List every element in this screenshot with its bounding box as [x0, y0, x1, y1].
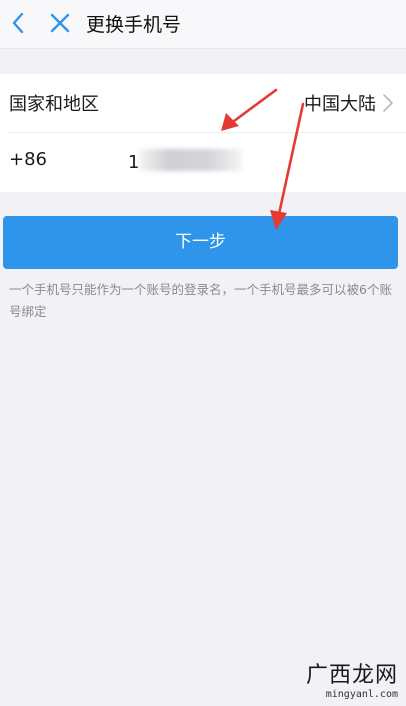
region-label: 国家和地区 — [9, 94, 99, 115]
chevron-left-icon — [12, 12, 24, 34]
top-navigation-bar: 更换手机号 — [0, 0, 406, 49]
phone-number-row: +86 — [0, 133, 406, 191]
phone-form-card: 国家和地区 中国大陆 +86 — [0, 74, 406, 192]
region-value: 中国大陆 — [304, 94, 376, 115]
region-selector-row[interactable]: 国家和地区 中国大陆 — [0, 74, 406, 133]
country-code: +86 — [9, 149, 47, 170]
redacted-phone-blur — [138, 149, 242, 171]
next-step-button[interactable]: 下一步 — [3, 216, 398, 269]
watermark-domain: mingyanl.com — [325, 689, 398, 700]
watermark-text: 广西龙网 — [305, 663, 398, 688]
back-button[interactable] — [6, 8, 34, 38]
close-button[interactable] — [46, 8, 74, 38]
site-watermark: 广西龙网 mingyanl.com — [306, 657, 398, 700]
close-icon — [50, 13, 70, 33]
page-title: 更换手机号 — [86, 14, 182, 36]
phone-usage-hint: 一个手机号只能作为一个账号的登录名，一个手机号最多可以被6个账号绑定 — [9, 282, 392, 319]
chevron-right-icon — [383, 94, 393, 112]
